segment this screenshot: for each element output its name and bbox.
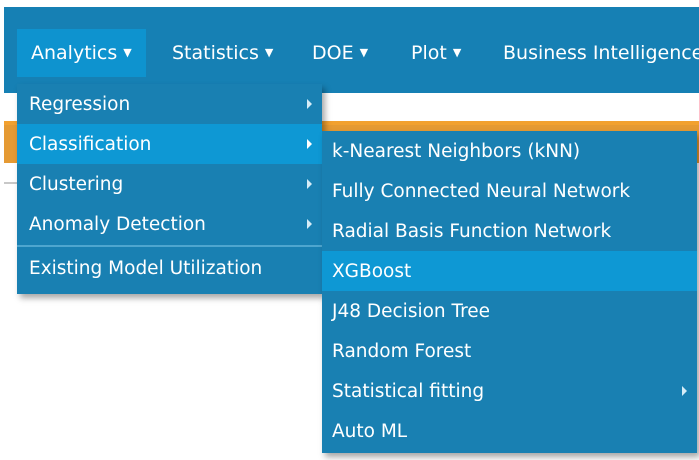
submenu-item-label: Auto ML — [332, 420, 408, 442]
menu-divider — [17, 245, 322, 247]
nav-analytics-label: Analytics — [31, 42, 118, 64]
nav-plot-label: Plot — [411, 42, 447, 64]
nav-analytics[interactable]: Analytics ▼ — [17, 29, 146, 77]
submenu-arrow-icon — [307, 179, 312, 189]
analytics-dropdown-menu: Regression Classification Clustering Ano… — [17, 84, 322, 294]
caret-down-icon: ▼ — [359, 45, 369, 59]
menu-item-label: Clustering — [29, 173, 124, 195]
submenu-arrow-icon — [307, 219, 312, 229]
caret-down-icon: ▼ — [452, 45, 462, 59]
nav-business-intelligence-label: Business Intelligence — [503, 42, 699, 64]
nav-statistics[interactable]: Statistics ▼ — [172, 29, 273, 77]
submenu-arrow-icon — [307, 99, 312, 109]
nav-doe[interactable]: DOE ▼ — [312, 29, 368, 77]
caret-down-icon: ▼ — [264, 45, 274, 59]
nav-doe-label: DOE — [312, 42, 354, 64]
submenu-item-xgboost[interactable]: XGBoost — [322, 251, 697, 291]
menu-item-regression[interactable]: Regression — [17, 84, 322, 124]
submenu-item-label: J48 Decision Tree — [332, 300, 491, 322]
classification-submenu: k-Nearest Neighbors (kNN) Fully Connecte… — [322, 131, 697, 453]
submenu-item-label: Statistical fitting — [332, 380, 485, 402]
caret-down-icon: ▼ — [123, 45, 132, 59]
submenu-item-statistical-fitting[interactable]: Statistical fitting — [322, 371, 697, 411]
menu-item-label: Anomaly Detection — [29, 213, 206, 235]
submenu-item-auto-ml[interactable]: Auto ML — [322, 411, 697, 451]
submenu-item-knn[interactable]: k-Nearest Neighbors (kNN) — [322, 131, 697, 171]
menu-item-clustering[interactable]: Clustering — [17, 164, 322, 204]
menu-item-label: Classification — [29, 133, 152, 155]
menu-item-anomaly-detection[interactable]: Anomaly Detection — [17, 204, 322, 244]
submenu-item-label: Fully Connected Neural Network — [332, 180, 631, 202]
nav-statistics-label: Statistics — [172, 42, 259, 64]
submenu-arrow-icon — [307, 139, 312, 149]
menu-item-label: Regression — [29, 93, 131, 115]
nav-plot[interactable]: Plot ▼ — [411, 29, 461, 77]
submenu-item-j48-decision-tree[interactable]: J48 Decision Tree — [322, 291, 697, 331]
submenu-item-label: k-Nearest Neighbors (kNN) — [332, 140, 581, 162]
menu-item-existing-model-utilization[interactable]: Existing Model Utilization — [17, 248, 322, 288]
submenu-item-fully-connected-nn[interactable]: Fully Connected Neural Network — [322, 171, 697, 211]
submenu-item-label: Radial Basis Function Network — [332, 220, 612, 242]
submenu-arrow-icon — [682, 386, 687, 396]
submenu-item-rbf-network[interactable]: Radial Basis Function Network — [322, 211, 697, 251]
app-screen: Analytics ▼ Statistics ▼ DOE ▼ Plot ▼ Bu… — [0, 0, 699, 460]
menu-item-classification[interactable]: Classification — [17, 124, 322, 164]
submenu-item-random-forest[interactable]: Random Forest — [322, 331, 697, 371]
submenu-item-label: Random Forest — [332, 340, 472, 362]
submenu-item-label: XGBoost — [332, 260, 412, 282]
nav-business-intelligence[interactable]: Business Intelligence — [503, 29, 699, 77]
menu-item-label: Existing Model Utilization — [29, 257, 263, 279]
